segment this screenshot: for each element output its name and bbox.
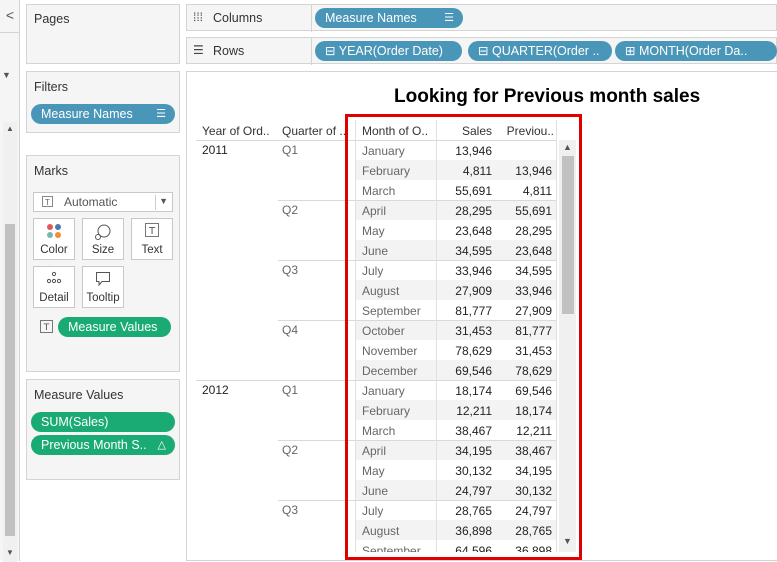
detail-button[interactable]: Detail: [33, 266, 75, 308]
filter-icon: ☰: [444, 12, 454, 24]
filter-measure-names-pill[interactable]: Measure Names ☰: [31, 104, 175, 124]
detail-label: Detail: [39, 292, 69, 304]
scroll-down-icon[interactable]: ▼: [3, 548, 17, 557]
quarter-cell: Q1: [282, 143, 299, 157]
columns-measure-names-pill[interactable]: Measure Names ☰: [315, 8, 463, 28]
rows-year-label: YEAR(Order Date): [338, 44, 443, 58]
color-button[interactable]: Color: [33, 218, 75, 260]
text-encoding-icon: T: [40, 320, 53, 336]
filters-shelf[interactable]: Filters Measure Names ☰: [26, 71, 180, 133]
sum-sales-pill[interactable]: SUM(Sales): [31, 412, 175, 432]
rows-month-pill[interactable]: ⊞ MONTH(Order Da..: [615, 41, 777, 61]
marks-card: Marks T Automatic ▼ Color Size T Text De…: [26, 155, 180, 372]
marks-title: Marks: [34, 164, 69, 178]
columns-shelf[interactable]: ⁞⁞⁞ Columns Measure Names ☰: [186, 4, 777, 32]
svg-text:T: T: [43, 323, 50, 333]
view-title: Looking for Previous month sales: [394, 86, 701, 107]
measure-values-title: Measure Values: [34, 388, 124, 402]
rows-quarter-pill[interactable]: ⊟ QUARTER(Order ..: [468, 41, 612, 61]
color-label: Color: [40, 244, 68, 256]
collapse-icon: ⊟: [478, 44, 489, 58]
pages-title: Pages: [34, 12, 70, 26]
scroll-up-icon[interactable]: ▲: [3, 124, 17, 133]
text-button[interactable]: T Text: [131, 218, 173, 260]
tooltip-button[interactable]: Tooltip: [82, 266, 124, 308]
rows-shelf[interactable]: ☰ Rows ⊟ YEAR(Order Date) ⊟ QUARTER(Orde…: [186, 37, 777, 65]
dropdown-divider: [155, 195, 156, 210]
rows-label: Rows: [213, 44, 245, 58]
rows-month-label: MONTH(Order Da..: [638, 44, 748, 58]
header-year[interactable]: Year of Ord..: [202, 124, 276, 138]
highlight-box: [345, 114, 582, 560]
size-label: Size: [91, 244, 115, 256]
text-mark-icon: T: [42, 196, 53, 207]
collapse-sidebar-icon[interactable]: <: [0, 4, 20, 26]
previous-month-label: Previous Month S..: [41, 438, 147, 452]
header-quarter[interactable]: Quarter of ..: [282, 124, 348, 138]
marks-pill-label: Measure Values: [68, 320, 158, 334]
strip-dropdown-icon[interactable]: ▼: [2, 70, 11, 80]
rows-quarter-label: QUARTER(Order ..: [491, 44, 600, 58]
previous-month-sales-pill[interactable]: Previous Month S.. △: [31, 435, 175, 455]
year-cell: 2011: [202, 143, 228, 157]
quarter-cell: Q1: [282, 383, 299, 397]
measure-values-card: Measure Values SUM(Sales) Previous Month…: [26, 379, 180, 480]
sum-sales-label: SUM(Sales): [41, 415, 109, 429]
strip-divider: [0, 32, 20, 33]
filter-icon: ☰: [156, 108, 166, 120]
quarter-cell: Q2: [282, 203, 299, 217]
quarter-cell: Q4: [282, 323, 299, 337]
chevron-down-icon: ▼: [159, 196, 168, 206]
quarter-cell: Q3: [282, 503, 299, 517]
shelf-divider: [311, 5, 312, 32]
size-button[interactable]: Size: [82, 218, 124, 260]
color-icon: [34, 223, 74, 241]
svg-text:T: T: [148, 226, 156, 237]
tooltip-icon: [83, 271, 123, 289]
rows-year-pill[interactable]: ⊟ YEAR(Order Date): [315, 41, 462, 61]
columns-icon: ⁞⁞⁞: [193, 10, 204, 24]
detail-icon: [34, 271, 74, 289]
sidebar-scroll-thumb[interactable]: [5, 224, 15, 536]
text-icon: T: [132, 223, 172, 241]
mark-type-dropdown[interactable]: T Automatic ▼: [33, 192, 173, 212]
text-label: Text: [141, 244, 163, 256]
rows-icon: ☰: [193, 43, 204, 57]
delta-icon: △: [157, 439, 166, 451]
filter-pill-label: Measure Names: [41, 107, 133, 121]
quarter-cell: Q2: [282, 443, 299, 457]
quarter-cell: Q3: [282, 263, 299, 277]
tooltip-label: Tooltip: [86, 292, 120, 304]
filters-title: Filters: [34, 80, 69, 94]
mark-type-label: Automatic: [64, 195, 118, 209]
year-cell: 2012: [202, 383, 229, 397]
marks-measure-values-pill[interactable]: Measure Values: [58, 317, 171, 337]
columns-pill-label: Measure Names: [325, 11, 417, 25]
columns-label: Columns: [213, 11, 263, 25]
collapse-icon: ⊟: [325, 44, 336, 58]
shelf-divider: [311, 38, 312, 65]
size-icon: [83, 223, 123, 241]
pages-shelf[interactable]: Pages: [26, 4, 180, 64]
expand-icon: ⊞: [625, 44, 636, 58]
